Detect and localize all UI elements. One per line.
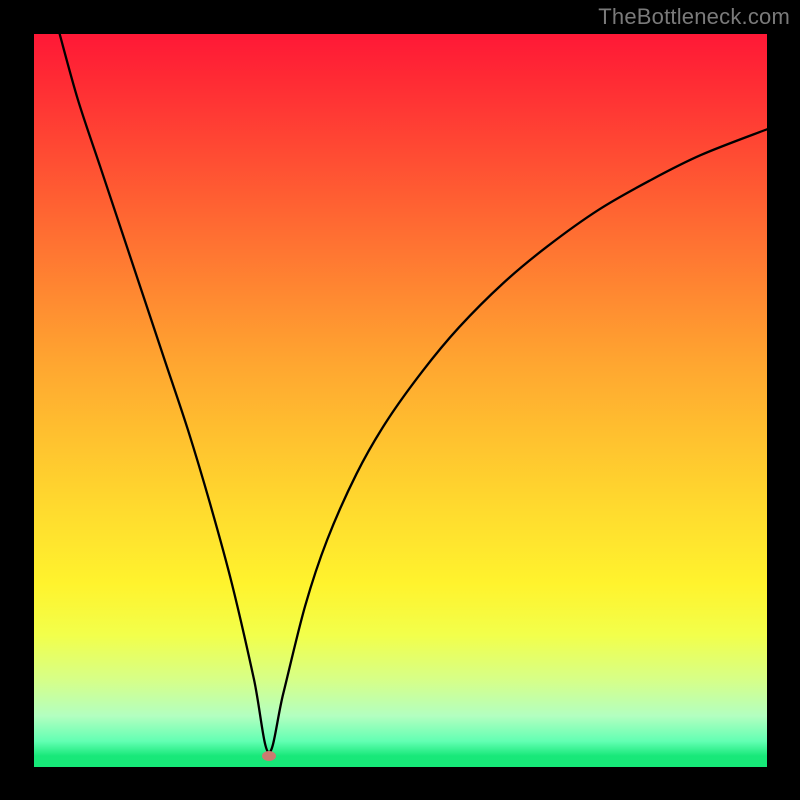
chart-frame: TheBottleneck.com xyxy=(0,0,800,800)
watermark-text: TheBottleneck.com xyxy=(598,4,790,30)
optimal-point-marker xyxy=(262,751,276,761)
plot-area xyxy=(34,34,767,767)
bottleneck-curve xyxy=(34,34,767,767)
